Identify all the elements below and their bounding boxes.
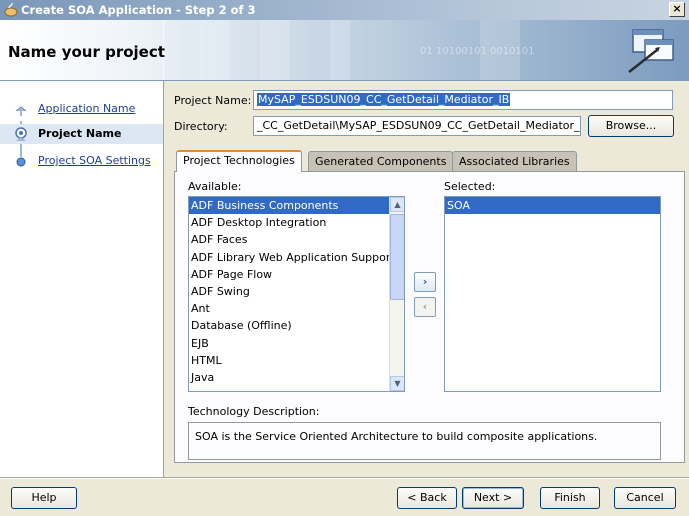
step-label[interactable]: Project SOA Settings [38,154,151,167]
available-list-scrollbar[interactable]: ▲ ▼ [389,197,404,391]
tab-generated-components[interactable]: Generated Components [308,151,454,171]
scroll-up-icon[interactable]: ▲ [390,197,404,212]
available-technology-item[interactable]: Java [189,369,404,386]
add-technology-button[interactable]: › [414,272,436,292]
button-bar-separator [0,477,689,478]
page-title: Name your project [8,43,165,61]
project-name-label: Project Name: [174,94,252,107]
tab-associated-libraries[interactable]: Associated Libraries [452,151,577,171]
selected-items: SOA [445,197,660,215]
technology-description-text: SOA is the Service Oriented Architecture… [195,430,598,443]
header-watermark: 01 10100101 0010101 [420,46,535,57]
project-name-field[interactable]: MySAP_ESDSUN09_CC_GetDetail_Mediator_IB [253,90,673,110]
window-title: Create SOA Application - Step 2 of 3 [21,3,256,17]
browse-button[interactable]: Browse... [588,115,674,137]
directory-value: _CC_GetDetail\MySAP_ESDSUN09_CC_GetDetai… [257,119,581,132]
available-technology-item[interactable]: ADF Business Components [189,197,404,215]
header-decoration [260,20,290,80]
step-label: Project Name [38,127,122,140]
close-window-button[interactable]: × [669,2,685,17]
wizard-content: Project Name: MySAP_ESDSUN09_CC_GetDetai… [164,81,689,478]
back-button[interactable]: < Back [397,487,457,509]
step-application-name[interactable]: Application Name [0,99,163,119]
step-done-icon [15,106,27,116]
arrow-right-icon: › [422,275,428,288]
available-technology-item[interactable]: ADF Library Web Application Support [189,249,404,266]
close-icon: × [672,2,682,15]
available-technology-item[interactable]: ADF Page Flow [189,266,404,283]
available-items: ADF Business Components ADF Desktop Integ… [189,197,404,386]
available-technology-item[interactable]: Database (Offline) [189,317,404,334]
arrow-left-icon: ‹ [422,300,428,313]
available-technology-item[interactable]: ADF Desktop Integration [189,214,404,231]
selected-technologies-list[interactable]: SOA [444,196,661,392]
selected-technology-item[interactable]: SOA [445,197,660,215]
step-pending-icon [16,157,26,167]
cancel-button[interactable]: Cancel [614,487,676,509]
available-technology-item[interactable]: EJB [189,335,404,352]
wizard-windows-icon [628,29,674,73]
available-technologies-list[interactable]: ADF Business Components ADF Desktop Integ… [188,196,405,392]
wizard-button-bar: Help < Back Next > Finish Cancel [0,477,689,516]
available-technology-item[interactable]: Ant [189,300,404,317]
header-decoration [200,20,230,80]
tab-project-technologies[interactable]: Project Technologies [176,150,302,172]
wizard-header: Name your project 01 10100101 0010101 [0,20,689,80]
header-decoration [330,20,350,80]
step-project-name[interactable]: Project Name [0,124,163,144]
directory-label: Directory: [174,120,228,133]
directory-field[interactable]: _CC_GetDetail\MySAP_ESDSUN09_CC_GetDetai… [253,116,581,136]
step-project-soa-settings[interactable]: Project SOA Settings [0,151,163,171]
available-technology-item[interactable]: ADF Faces [189,231,404,248]
app-icon [4,3,18,17]
available-technology-item[interactable]: HTML [189,352,404,369]
step-current-icon [15,127,27,141]
available-technology-item[interactable]: ADF Swing [189,283,404,300]
wizard-steps-panel: Application Name Project Name Project SO… [0,81,164,478]
finish-button[interactable]: Finish [540,487,600,509]
selected-label: Selected: [444,180,496,193]
scroll-down-icon[interactable]: ▼ [390,376,404,391]
available-label: Available: [188,180,242,193]
window-titlebar: Create SOA Application - Step 2 of 3 × [0,0,689,20]
step-label[interactable]: Application Name [38,102,135,115]
technology-description-box: SOA is the Service Oriented Architecture… [188,422,661,460]
help-button[interactable]: Help [11,487,77,509]
scroll-thumb[interactable] [390,214,404,300]
remove-technology-button[interactable]: ‹ [414,297,436,317]
technology-description-label: Technology Description: [188,405,320,418]
next-button[interactable]: Next > [462,487,524,509]
project-name-value: MySAP_ESDSUN09_CC_GetDetail_Mediator_IB [257,93,511,106]
